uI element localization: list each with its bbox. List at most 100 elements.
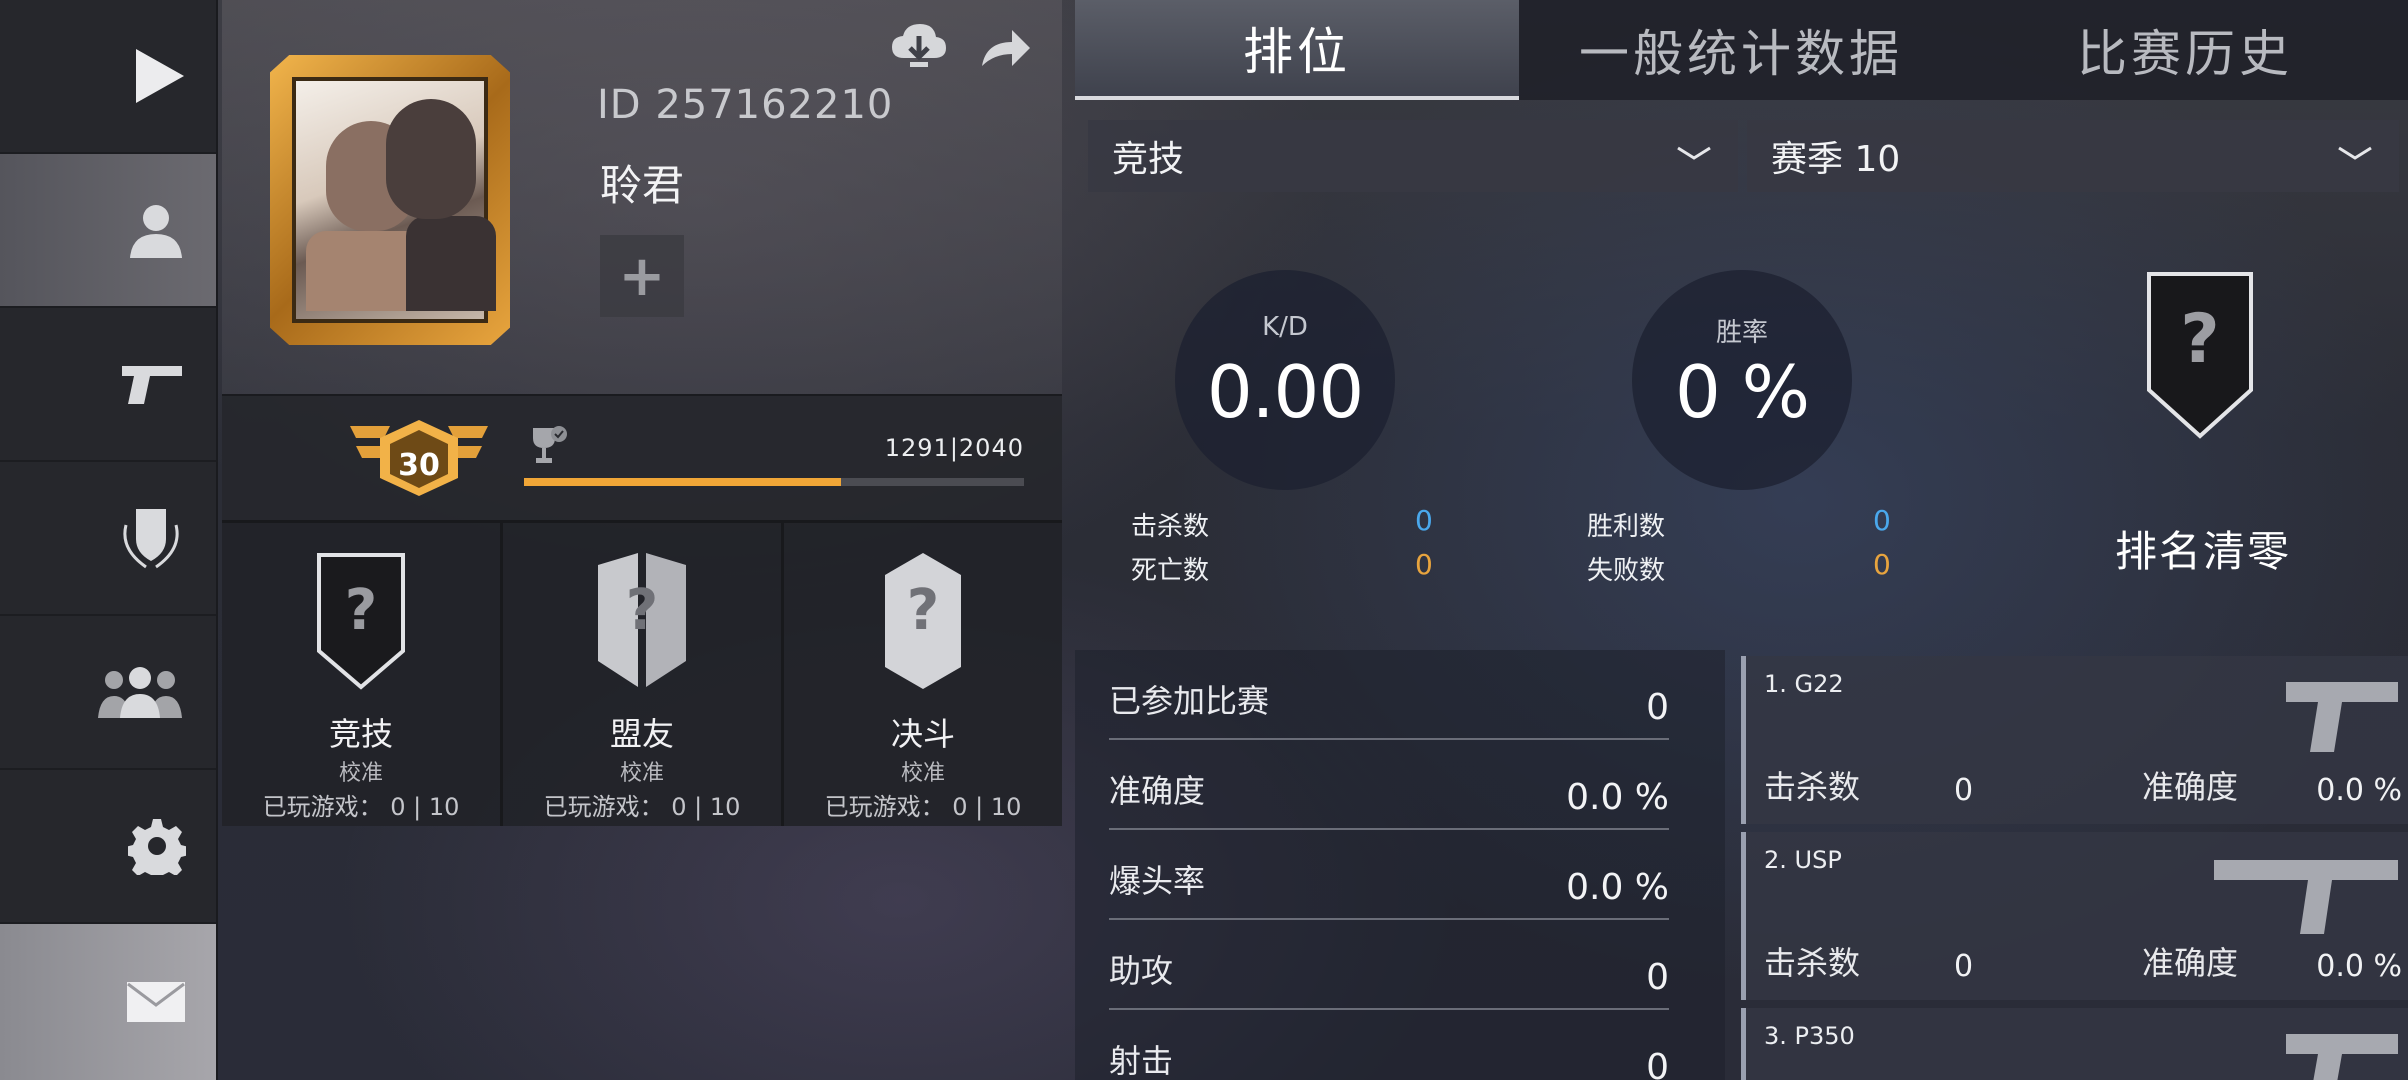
mode-games-played: 已玩游戏： 0 | 10 — [824, 793, 1022, 821]
list-item: 助攻 0 — [1109, 920, 1669, 1010]
svg-text:?: ? — [345, 578, 377, 643]
shield-laurel-icon — [123, 509, 179, 569]
weapon-accuracy-label: 准确度 — [2142, 944, 2239, 982]
player-id: ID 257162210 — [597, 82, 894, 128]
cloud-download-icon[interactable] — [890, 22, 948, 70]
pistol-icon — [2286, 682, 2398, 752]
sidebar-rank[interactable] — [0, 462, 216, 616]
wins-value: 0 — [1873, 504, 1891, 537]
rank-reset-label: 排名清零 — [2115, 527, 2292, 576]
weapon-accuracy-value: 0.0 % — [2316, 949, 2402, 984]
mode-name: 竞技 — [328, 715, 393, 753]
sidebar-play[interactable] — [0, 0, 216, 154]
mode-competitive[interactable]: ? 竞技 校准 已玩游戏： 0 | 10 — [222, 520, 503, 826]
detail-value: 0.0 % — [1566, 867, 1669, 908]
weapon-kills-label: 击杀数 — [1764, 768, 1861, 806]
list-item: 爆头率 0.0 % — [1109, 830, 1669, 920]
user-icon — [130, 205, 182, 258]
add-button[interactable]: + — [600, 235, 684, 317]
rank-split-shield-icon: ? — [598, 553, 686, 687]
summary-stats: K/D 0.00 胜率 0 % 击杀数 0 死亡数 0 胜利数 0 失败数 0 … — [1075, 210, 2408, 650]
svg-text:?: ? — [626, 578, 658, 643]
weapon-card[interactable]: 2. USP 击杀数 0 准确度 0.0 % — [1741, 832, 2408, 1000]
mode-status: 校准 — [338, 761, 383, 786]
winrate-circle: 胜率 0 % — [1632, 270, 1852, 490]
wins-label: 胜利数 — [1587, 512, 1666, 542]
mail-icon — [127, 982, 185, 1022]
detail-label: 爆头率 — [1109, 862, 1206, 900]
level-number: 30 — [398, 448, 440, 483]
detail-value: 0 — [1646, 957, 1669, 998]
stats-panel: 排位 一般统计数据 比赛历史 竞技 赛季 10 K/D 0.00 胜率 0 % … — [1075, 0, 2408, 1080]
weapon-card[interactable]: 3. P350 — [1741, 1008, 2408, 1080]
sidebar-weapons[interactable] — [0, 308, 216, 462]
rank-symbol: ? — [2180, 300, 2219, 379]
group-icon — [98, 667, 182, 718]
detail-label: 已参加比赛 — [1109, 682, 1270, 720]
kd-label: K/D — [1262, 312, 1308, 342]
mode-games-played: 已玩游戏： 0 | 10 — [543, 793, 741, 821]
detail-value: 0 — [1646, 687, 1669, 728]
play-icon — [136, 49, 184, 103]
mode-allies[interactable]: ? 盟友 校准 已玩游戏： 0 | 10 — [503, 520, 784, 826]
pistol-icon — [122, 366, 182, 404]
detail-label: 射击 — [1109, 1042, 1174, 1080]
kd-circle: K/D 0.00 — [1175, 270, 1395, 490]
chevron-down-icon — [1677, 146, 1711, 160]
weapon-name: 3. P350 — [1764, 1022, 1855, 1050]
sidebar-settings[interactable] — [0, 770, 216, 924]
player-name: 聆君 — [600, 161, 685, 210]
gear-icon — [128, 819, 186, 875]
detail-value: 0 — [1646, 1047, 1669, 1080]
mode-select-value: 竞技 — [1112, 139, 1185, 180]
sidebar — [0, 0, 218, 1080]
list-item: 射击 0 — [1109, 1010, 1669, 1080]
list-item: 已参加比赛 0 — [1109, 650, 1669, 740]
mode-status: 校准 — [900, 761, 945, 786]
losses-label: 失败数 — [1587, 556, 1666, 586]
silenced-pistol-icon — [2214, 860, 2398, 934]
sidebar-mail[interactable] — [0, 924, 216, 1080]
list-item: 准确度 0.0 % — [1109, 740, 1669, 830]
level-row: 30 1291|2040 — [222, 394, 1062, 520]
calibration-modes: ? 竞技 校准 已玩游戏： 0 | 10 ? 盟友 校准 已玩游戏： 0 | 1… — [222, 520, 1062, 826]
mode-name: 决斗 — [890, 715, 955, 753]
trophy-icon — [533, 426, 567, 463]
rank-emblem-icon: ? — [2147, 272, 2253, 439]
weapon-card[interactable]: 1. G22 击杀数 0 准确度 0.0 % — [1741, 656, 2408, 824]
xp-bar-fill — [524, 478, 841, 486]
tab-bar: 排位 一般统计数据 比赛历史 — [1075, 0, 2408, 100]
xp-text: 1291|2040 — [884, 434, 1024, 462]
tab-general-stats[interactable]: 一般统计数据 — [1519, 0, 1963, 100]
deaths-value: 0 — [1415, 548, 1433, 581]
detail-label: 准确度 — [1109, 772, 1206, 810]
weapon-kills-value: 0 — [1954, 773, 1974, 808]
weapon-name: 2. USP — [1764, 846, 1842, 874]
kills-value: 0 — [1415, 504, 1433, 537]
chevron-down-icon — [2338, 146, 2372, 160]
mode-status: 校准 — [619, 761, 664, 786]
weapon-name: 1. G22 — [1764, 670, 1844, 698]
season-select-value: 赛季 10 — [1771, 139, 1901, 180]
sidebar-friends[interactable] — [0, 616, 216, 770]
level-badge: 30 — [350, 418, 488, 502]
mode-duel[interactable]: ? 决斗 校准 已玩游戏： 0 | 10 — [784, 520, 1062, 826]
weapon-accuracy-value: 0.0 % — [2316, 773, 2402, 808]
svg-text:?: ? — [907, 578, 939, 643]
season-select[interactable]: 赛季 10 — [1747, 120, 2399, 192]
pistol-icon — [2286, 1034, 2398, 1080]
losses-value: 0 — [1873, 548, 1891, 581]
rank-shield-dark-icon: ? — [317, 553, 405, 690]
share-icon[interactable] — [980, 28, 1032, 68]
kd-value: 0.00 — [1206, 350, 1364, 434]
rank-hex-shield-icon: ? — [885, 553, 961, 689]
avatar[interactable] — [270, 55, 510, 345]
kills-label: 击杀数 — [1131, 512, 1210, 542]
mode-select[interactable]: 竞技 — [1088, 120, 1738, 192]
profile-panel: ID 257162210 聆君 + — [222, 0, 1062, 394]
tab-match-history[interactable]: 比赛历史 — [1963, 0, 2407, 100]
tab-ranked[interactable]: 排位 — [1075, 0, 1519, 100]
sidebar-profile[interactable] — [0, 154, 216, 308]
detail-value: 0.0 % — [1566, 777, 1669, 818]
winrate-label: 胜率 — [1715, 318, 1768, 348]
